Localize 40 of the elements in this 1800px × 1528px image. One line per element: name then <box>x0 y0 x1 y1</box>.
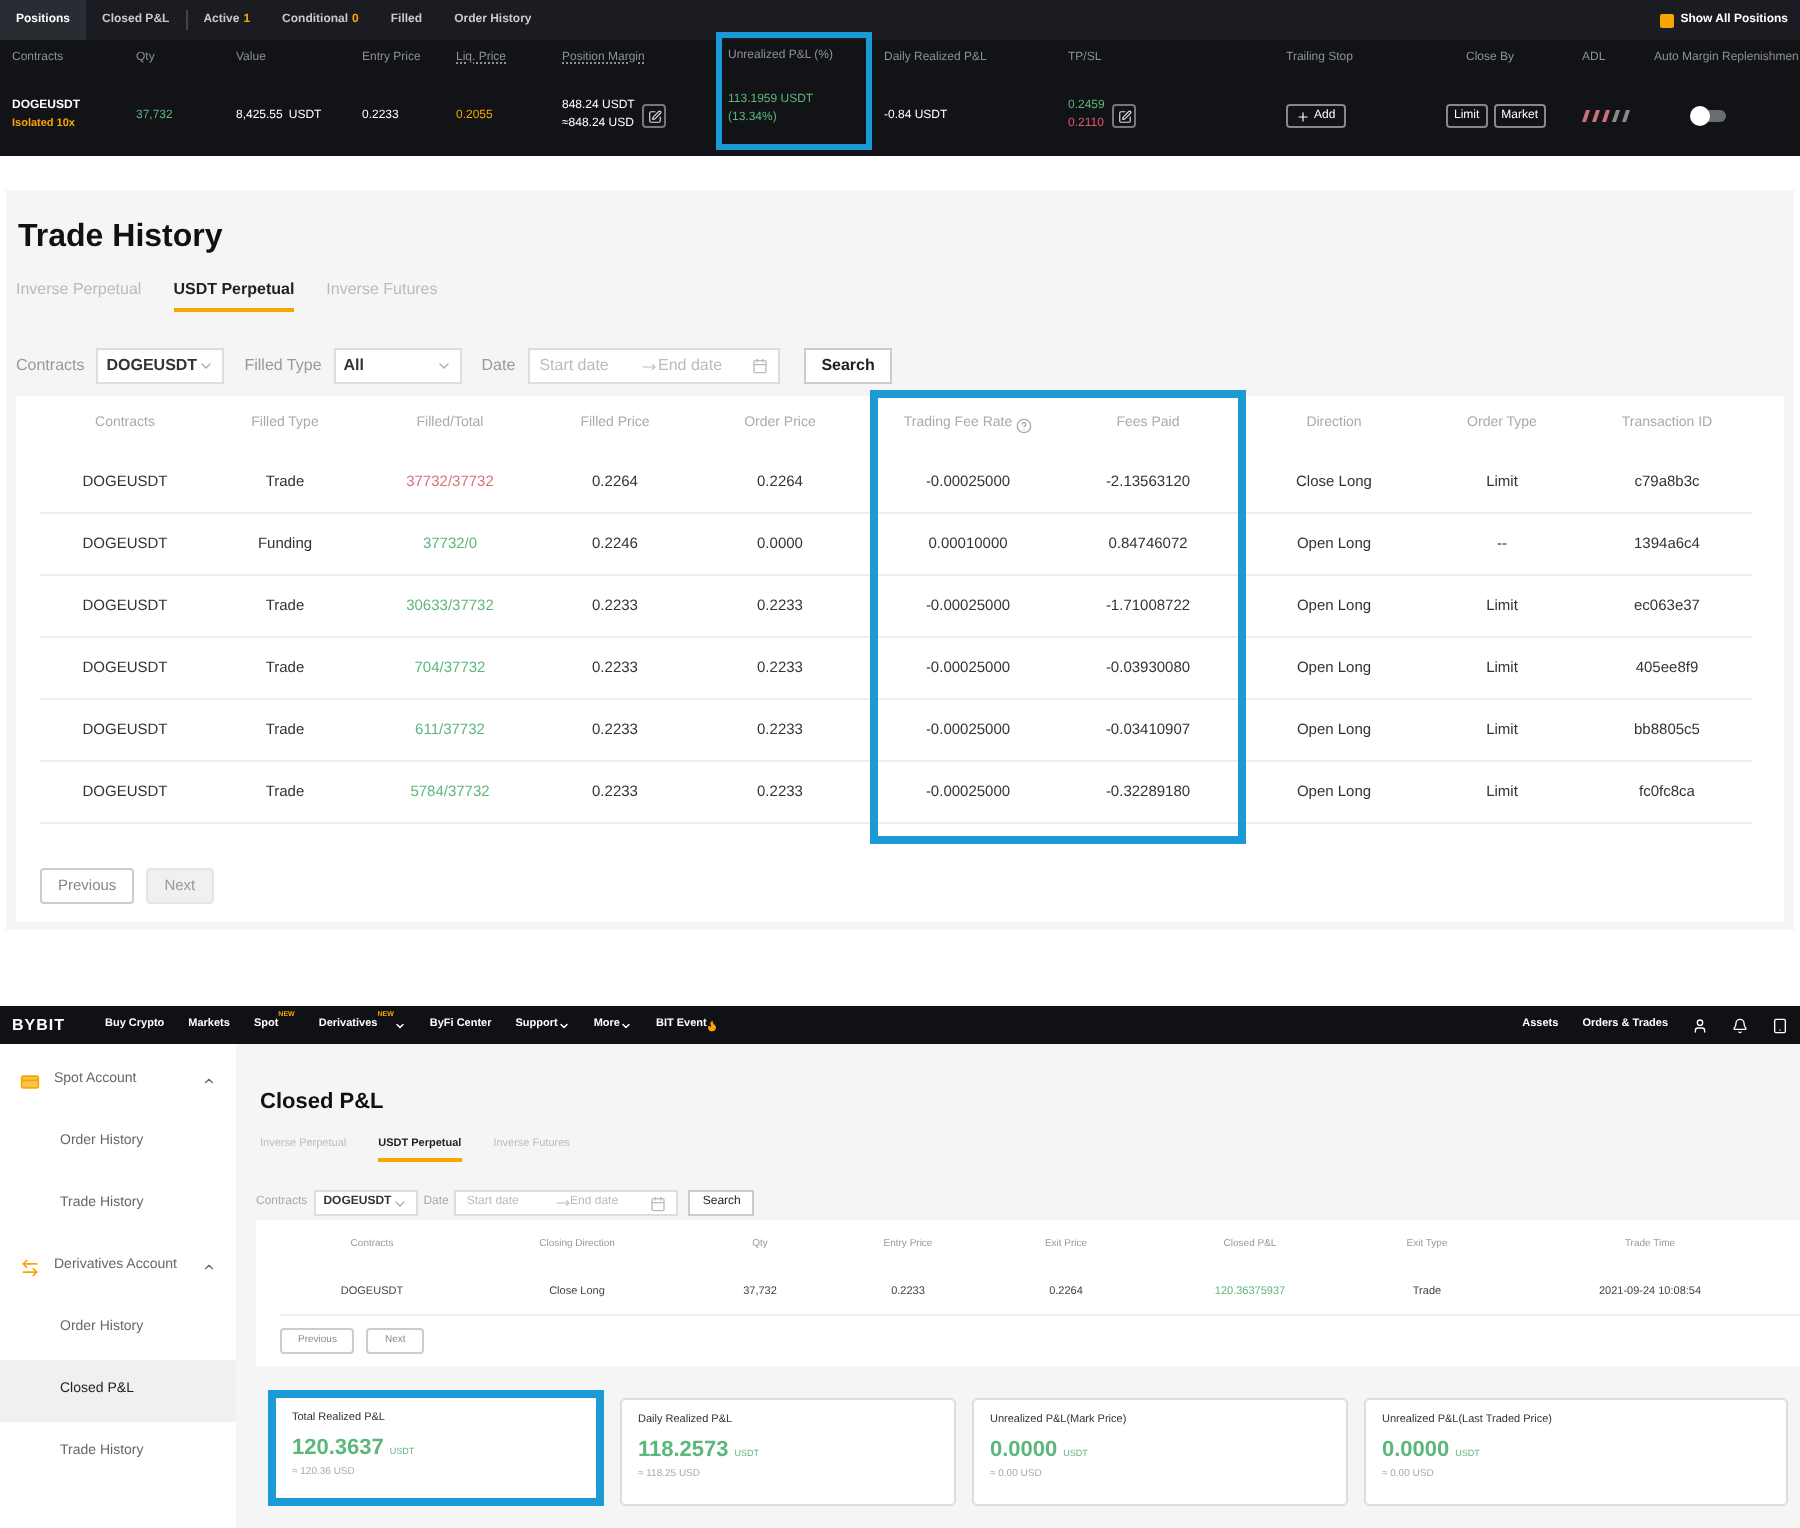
caret-icon <box>393 1019 406 1031</box>
plus-icon <box>1296 109 1310 123</box>
caret-icon <box>619 1019 632 1031</box>
card-icon <box>20 1071 40 1091</box>
date-range-field[interactable]: Start date End date <box>527 348 780 384</box>
filter-label: Contracts <box>16 354 85 378</box>
flame-icon <box>706 1019 719 1031</box>
summary-value: 120.3637 <box>292 1433 384 1463</box>
page-title: Trade History <box>18 220 223 254</box>
edit-button[interactable] <box>642 104 667 128</box>
chevron-down-icon <box>198 358 215 374</box>
select-field[interactable]: DOGEUSDT <box>96 348 225 384</box>
end-date-input[interactable]: End date <box>658 354 750 378</box>
arrow-icon <box>555 1196 570 1211</box>
page-title: Closed P&L <box>260 1090 384 1114</box>
adl-indicator-icon <box>1582 110 1630 122</box>
auto-margin-toggle[interactable] <box>1694 110 1726 122</box>
summary-value: 0.0000 <box>990 1435 1058 1465</box>
calendar-icon <box>751 358 768 374</box>
summary-value: 118.2573 <box>638 1435 729 1465</box>
product-tab[interactable]: USDT Perpetual <box>173 278 295 312</box>
arrow-icon <box>641 359 656 373</box>
device-icon[interactable] <box>1772 1017 1788 1033</box>
select-field[interactable]: All <box>333 348 462 384</box>
calendar-icon <box>650 1195 667 1212</box>
search-button[interactable]: Search <box>803 348 893 384</box>
filter-label: Date <box>481 354 516 378</box>
bell-icon[interactable] <box>1732 1017 1748 1033</box>
start-date-input[interactable]: Start date <box>539 354 640 378</box>
pencil-icon <box>647 109 662 123</box>
user-icon[interactable] <box>1692 1017 1708 1033</box>
filter-label: Filled Type <box>244 354 322 378</box>
chevron-down-icon <box>435 358 452 374</box>
show-all-checkbox[interactable] <box>1660 13 1675 27</box>
pencil-icon <box>1117 109 1132 123</box>
summary-value: 0.0000 <box>1382 1435 1450 1465</box>
caret-icon <box>557 1019 570 1031</box>
transfer-icon <box>20 1257 40 1277</box>
edit-button[interactable] <box>1112 104 1137 128</box>
logo[interactable]: BYBIT <box>12 1013 65 1037</box>
